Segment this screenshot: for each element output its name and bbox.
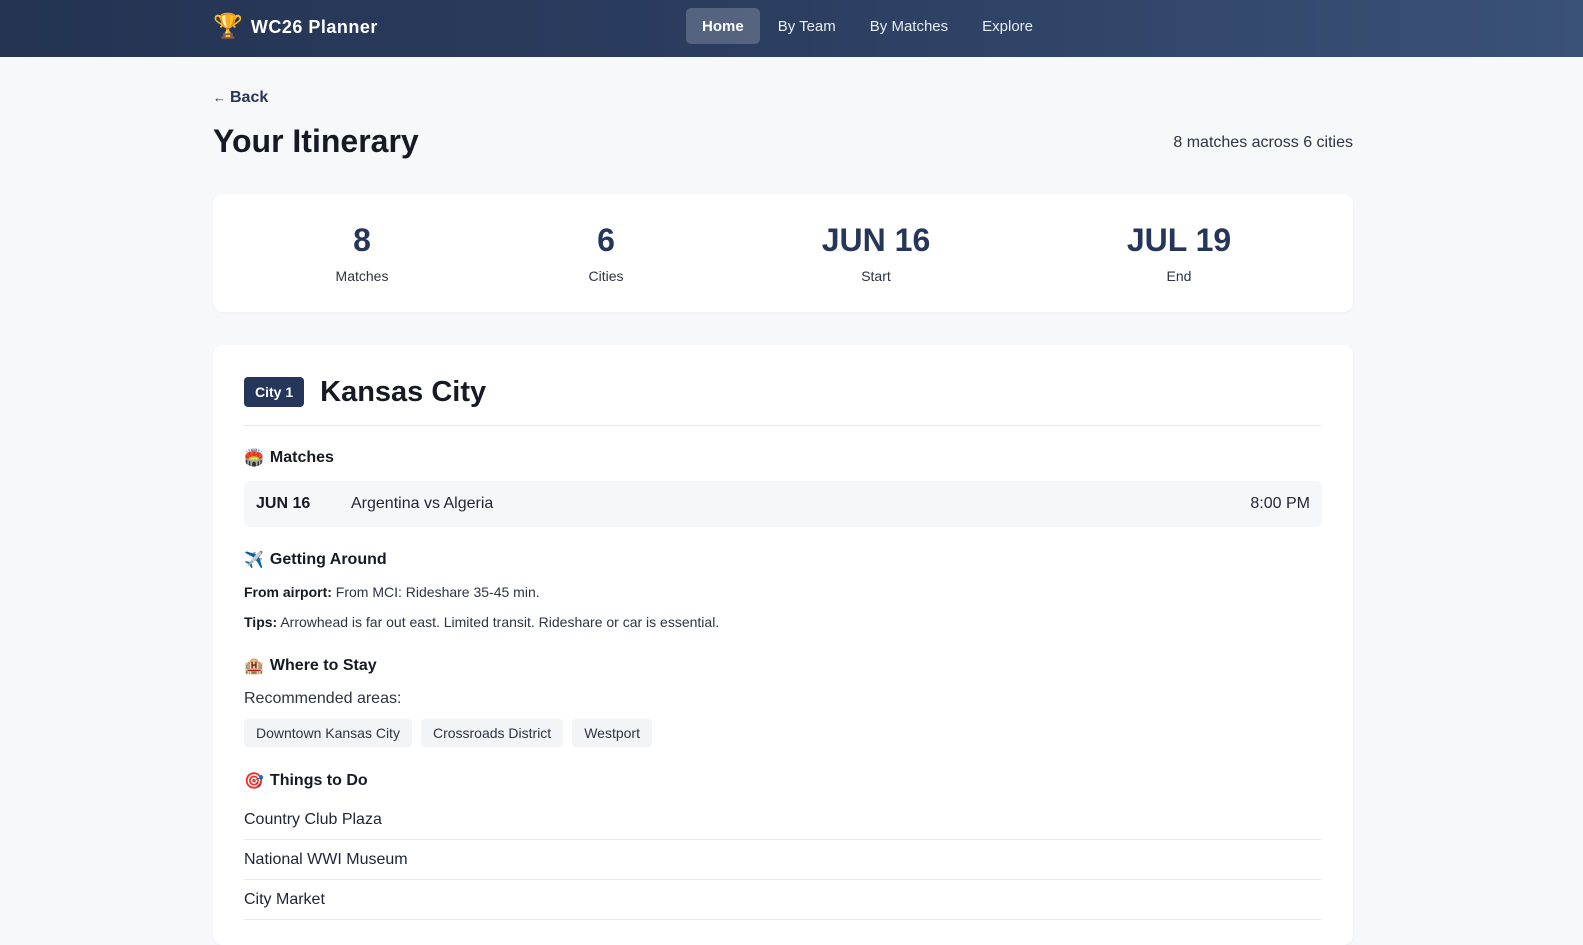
- list-item: National WWI Museum: [244, 840, 1322, 880]
- arrow-left-icon: ←: [213, 90, 226, 105]
- stat-value: 6: [597, 222, 615, 258]
- nav-link-by-team[interactable]: By Team: [762, 8, 852, 44]
- city-name: Kansas City: [320, 376, 487, 408]
- top-navbar: 🏆 WC26 Planner Home By Team By Matches E…: [0, 0, 1583, 57]
- todo-section-title: 🎯 Things to Do: [244, 771, 368, 791]
- stat-label: Matches: [335, 268, 389, 284]
- stats-card: 8 Matches 6 Cities JUN 16 Start JUL 19 E…: [213, 194, 1353, 312]
- section-title-text: Things to Do: [269, 772, 368, 789]
- stay-section-title: 🏨 Where to Stay: [244, 656, 377, 676]
- tips-text: Arrowhead is far out east. Limited trans…: [280, 614, 720, 630]
- city-header: City 1 Kansas City: [244, 375, 1322, 426]
- stat-value: JUL 19: [1126, 222, 1232, 258]
- stat-value: JUN 16: [821, 222, 931, 258]
- hotel-icon: 🏨: [244, 658, 264, 675]
- area-chip: Westport: [572, 719, 652, 747]
- section-title-text: Matches: [269, 449, 334, 466]
- tips-info: Tips: Arrowhead is far out east. Limited…: [244, 614, 719, 630]
- matches-section-title: 🏟️ Matches: [244, 448, 334, 468]
- area-chip: Downtown Kansas City: [244, 719, 412, 747]
- nav-link-by-matches[interactable]: By Matches: [854, 8, 964, 44]
- stat-label: Cities: [588, 268, 624, 284]
- match-time: 8:00 PM: [1250, 495, 1310, 512]
- page-title: Your Itinerary: [213, 123, 419, 159]
- back-label: Back: [230, 89, 269, 106]
- city-badge: City 1: [244, 377, 305, 407]
- match-date: JUN 16: [256, 495, 311, 512]
- airport-info: From airport: From MCI: Rideshare 35-45 …: [244, 584, 540, 600]
- area-chip: Crossroads District: [420, 719, 564, 747]
- area-chips: Downtown Kansas City Crossroads District…: [244, 719, 652, 747]
- stat-cities: 6 Cities: [486, 220, 726, 284]
- list-item: City Market: [244, 880, 1322, 920]
- section-title-text: Where to Stay: [269, 657, 377, 674]
- tips-label: Tips:: [244, 614, 278, 630]
- nav-links: Home By Team By Matches Explore: [686, 8, 1049, 44]
- nav-link-home[interactable]: Home: [686, 8, 760, 44]
- match-teams: Argentina vs Algeria: [351, 495, 494, 512]
- city-card: City 1 Kansas City 🏟️ Matches JUN 16 Arg…: [213, 345, 1353, 945]
- brand-name: WC26 Planner: [250, 16, 378, 37]
- stadium-icon: 🏟️: [244, 450, 264, 467]
- todo-list: Country Club Plaza National WWI Museum C…: [244, 800, 1322, 920]
- target-icon: 🎯: [244, 773, 264, 790]
- nav-link-explore[interactable]: Explore: [966, 8, 1049, 44]
- stat-value: 8: [353, 222, 371, 258]
- airport-label: From airport:: [244, 584, 332, 600]
- areas-label: Recommended areas:: [244, 690, 402, 707]
- section-title-text: Getting Around: [269, 551, 387, 568]
- getting-around-section-title: ✈️ Getting Around: [244, 550, 387, 570]
- stat-label: End: [1166, 268, 1192, 284]
- airplane-icon: ✈️: [244, 552, 264, 569]
- stat-matches: 8 Matches: [242, 220, 482, 284]
- back-link[interactable]: ← Back: [213, 89, 268, 107]
- brand[interactable]: 🏆 WC26 Planner: [213, 10, 378, 44]
- stat-start: JUN 16 Start: [756, 220, 996, 284]
- list-item: Country Club Plaza: [244, 800, 1322, 840]
- stat-label: Start: [861, 268, 891, 284]
- match-row[interactable]: JUN 16 Argentina vs Algeria 8:00 PM: [244, 481, 1322, 527]
- trophy-icon: 🏆: [213, 13, 243, 40]
- itinerary-summary: 8 matches across 6 cities: [1173, 134, 1353, 151]
- airport-text: From MCI: Rideshare 35-45 min.: [335, 584, 540, 600]
- stat-end: JUL 19 End: [1059, 220, 1299, 284]
